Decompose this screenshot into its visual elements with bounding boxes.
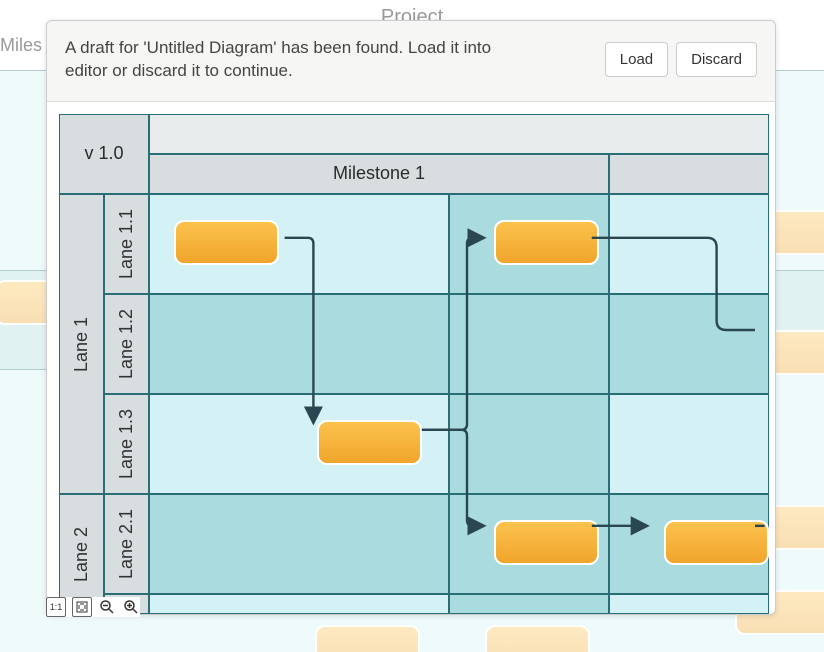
zoom-fit-icon[interactable]: [72, 597, 92, 617]
load-button[interactable]: Load: [605, 42, 668, 77]
cell-1-2-b[interactable]: [449, 294, 609, 394]
cell-2-2-a-cut[interactable]: [149, 594, 449, 614]
cell-1-3-b[interactable]: [449, 394, 609, 494]
lane-1-3-label: Lane 1.3: [116, 409, 137, 479]
draft-message: A draft for 'Untitled Diagram' has been …: [65, 37, 525, 83]
zoom-reset-icon[interactable]: 1:1: [46, 597, 66, 617]
milestone-1-header[interactable]: Milestone 1: [149, 154, 609, 194]
draft-modal: A draft for 'Untitled Diagram' has been …: [46, 20, 776, 615]
diagram-viewport[interactable]: v 1.0 Milestone 1 Lane 1 Lane 1.1 Lane 1…: [47, 102, 775, 615]
lane-1-2-label: Lane 1.2: [116, 309, 137, 379]
lane-1-1-header[interactable]: Lane 1.1: [104, 194, 149, 294]
cell-2-2-c-cut[interactable]: [609, 594, 769, 614]
activity-d[interactable]: [494, 520, 599, 565]
activity-c[interactable]: [317, 420, 422, 465]
milestone-1-label: Milestone 1: [333, 163, 425, 184]
activity-b[interactable]: [494, 220, 599, 265]
lane-2-label: Lane 2: [71, 526, 92, 581]
lane-1-label: Lane 1: [71, 316, 92, 371]
draft-actions: Load Discard: [605, 42, 757, 77]
cell-1-1-c[interactable]: [609, 194, 769, 294]
lane-1-1-label: Lane 1.1: [116, 209, 137, 279]
draft-bar: A draft for 'Untitled Diagram' has been …: [47, 21, 775, 102]
swimlane-diagram[interactable]: v 1.0 Milestone 1 Lane 1 Lane 1.1 Lane 1…: [59, 114, 775, 594]
version-label: v 1.0: [84, 143, 123, 164]
milestone-2-header-cut[interactable]: [609, 154, 769, 194]
cell-1-3-c[interactable]: [609, 394, 769, 494]
lane-2-1-header[interactable]: Lane 2.1: [104, 494, 149, 594]
activity-a[interactable]: [174, 220, 279, 265]
background-milestone-cut: Miles: [0, 35, 42, 56]
lane-1-3-header[interactable]: Lane 1.3: [104, 394, 149, 494]
version-header[interactable]: v 1.0: [59, 114, 149, 194]
zoom-toolbar: 1:1: [46, 597, 140, 617]
activity-e[interactable]: [664, 520, 769, 565]
cell-2-1-a[interactable]: [149, 494, 449, 594]
lane-1-header[interactable]: Lane 1: [59, 194, 104, 494]
cell-1-2-c[interactable]: [609, 294, 769, 394]
discard-button[interactable]: Discard: [676, 42, 757, 77]
lane-2-1-label: Lane 2.1: [116, 509, 137, 579]
zoom-in-icon[interactable]: [122, 598, 140, 616]
cell-1-2-a[interactable]: [149, 294, 449, 394]
cell-2-2-b-cut[interactable]: [449, 594, 609, 614]
top-header-blank: [149, 114, 769, 154]
lane-2-header[interactable]: Lane 2: [59, 494, 104, 614]
lane-1-2-header[interactable]: Lane 1.2: [104, 294, 149, 394]
zoom-out-icon[interactable]: [98, 598, 116, 616]
